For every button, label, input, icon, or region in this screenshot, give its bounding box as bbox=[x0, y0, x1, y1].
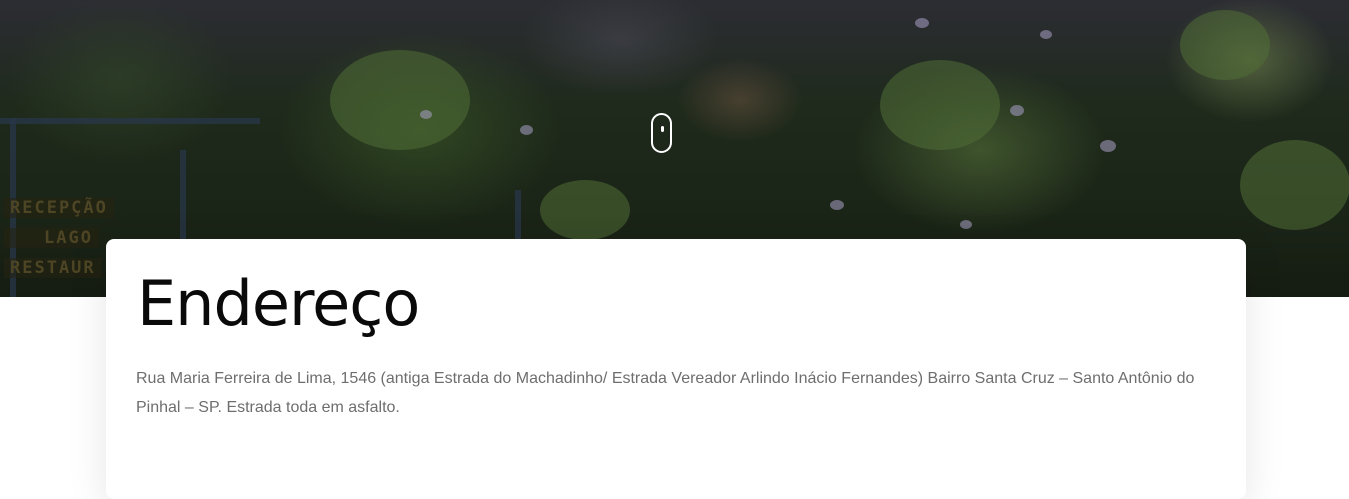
foliage-decoration bbox=[1240, 140, 1349, 230]
fence-rail bbox=[0, 118, 260, 124]
address-title: Endereço bbox=[137, 267, 420, 340]
sign-board: RESTAUR bbox=[4, 258, 102, 278]
foliage-decoration bbox=[540, 180, 630, 240]
scroll-down-mouse-icon[interactable] bbox=[651, 113, 672, 153]
fence-post bbox=[515, 190, 521, 240]
sign-board: LAGO bbox=[4, 228, 99, 248]
flower-decoration bbox=[520, 125, 533, 135]
address-card: Endereço Rua Maria Ferreira de Lima, 154… bbox=[106, 239, 1246, 499]
foliage-decoration bbox=[330, 50, 470, 150]
flower-decoration bbox=[960, 220, 972, 229]
scroll-wheel-dot bbox=[661, 126, 664, 132]
foliage-decoration bbox=[880, 60, 1000, 150]
foliage-decoration bbox=[1180, 10, 1270, 80]
flower-decoration bbox=[1010, 105, 1024, 116]
flower-decoration bbox=[830, 200, 844, 210]
flower-decoration bbox=[1100, 140, 1116, 152]
sign-board: RECEPÇÃO bbox=[4, 198, 114, 218]
flower-decoration bbox=[1040, 30, 1052, 39]
flower-decoration bbox=[420, 110, 432, 119]
flower-decoration bbox=[915, 18, 929, 28]
address-text: Rua Maria Ferreira de Lima, 1546 (antiga… bbox=[136, 370, 1195, 416]
